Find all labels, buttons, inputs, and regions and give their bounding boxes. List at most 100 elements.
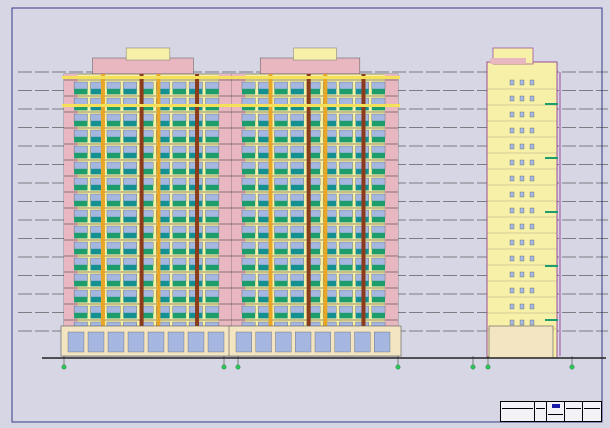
side-window [519, 175, 525, 182]
balcony-rail [123, 120, 137, 127]
window [339, 241, 353, 250]
window [172, 289, 187, 298]
balcony-rail [290, 136, 304, 143]
window [73, 193, 88, 202]
window [241, 81, 256, 90]
window [339, 289, 353, 298]
window [371, 129, 386, 138]
balcony-rail [172, 264, 187, 271]
window [73, 209, 88, 218]
window [371, 225, 386, 234]
side-window [519, 79, 525, 86]
window [172, 257, 187, 266]
window [73, 177, 88, 186]
facade-band [230, 104, 400, 107]
podium-window [127, 331, 145, 353]
window [73, 129, 88, 138]
balcony-rail [290, 232, 304, 239]
side-window [509, 175, 515, 182]
title-block-field-4 [583, 402, 601, 421]
balcony-rail [339, 312, 353, 319]
window [205, 161, 220, 170]
side-window [519, 143, 525, 150]
window [241, 145, 256, 154]
side-window [509, 303, 515, 310]
balcony-rail [123, 296, 137, 303]
window [241, 241, 256, 250]
balcony-rail [339, 248, 353, 255]
window [339, 129, 353, 138]
balcony-rail [290, 296, 304, 303]
window [274, 129, 288, 138]
window [274, 289, 288, 298]
axis-marker-icon [569, 364, 575, 370]
side-elevation [486, 47, 561, 359]
window [73, 257, 88, 266]
title-block [500, 401, 602, 422]
balcony-rail [274, 168, 288, 175]
balcony-rail [74, 312, 88, 319]
window [241, 289, 256, 298]
window [241, 209, 256, 218]
balcony-rail [106, 232, 121, 239]
window [73, 225, 88, 234]
balcony-rail [290, 312, 304, 319]
window [290, 145, 305, 154]
window [106, 129, 121, 138]
balcony-rail [205, 152, 219, 159]
facade-column [100, 74, 105, 328]
roof-structure [92, 57, 194, 75]
window [73, 161, 88, 170]
balcony-rail [172, 152, 187, 159]
balcony-rail [371, 152, 386, 159]
side-window [519, 303, 525, 310]
balcony-rail [172, 184, 187, 191]
balcony-rail [290, 216, 304, 223]
window [241, 273, 256, 282]
facade-column [195, 74, 200, 328]
balcony-rail [106, 296, 121, 303]
window [371, 289, 386, 298]
window [241, 305, 256, 314]
side-window [529, 255, 535, 262]
balcony-rail [172, 248, 187, 255]
cad-drawing-viewport [0, 0, 610, 428]
title-block-field-3 [565, 402, 583, 421]
balcony-rail [74, 216, 88, 223]
window [106, 81, 121, 90]
window [123, 81, 137, 90]
side-window [509, 319, 515, 326]
window [274, 193, 288, 202]
facade-column [268, 74, 273, 328]
side-window [519, 159, 525, 166]
side-window [529, 143, 535, 150]
window [290, 81, 305, 90]
window [339, 177, 353, 186]
window [274, 145, 288, 154]
balcony-rail [339, 264, 353, 271]
window [172, 225, 187, 234]
balcony-rail [290, 184, 304, 191]
window [339, 209, 353, 218]
balcony-rail [241, 88, 256, 95]
window [205, 225, 220, 234]
window [106, 161, 121, 170]
balcony-rail [274, 312, 288, 319]
window [123, 129, 137, 138]
window [339, 81, 353, 90]
window [339, 145, 353, 154]
balcony-rail [371, 136, 386, 143]
podium-window [235, 331, 252, 353]
balcony-rail [123, 248, 137, 255]
window [106, 113, 121, 122]
window [205, 129, 220, 138]
balcony-rail [241, 248, 256, 255]
window [123, 113, 137, 122]
balcony-rail [339, 200, 353, 207]
balcony-rail [106, 168, 121, 175]
window [205, 273, 220, 282]
window [371, 193, 386, 202]
window [274, 177, 288, 186]
facade-column [139, 74, 144, 328]
side-window [509, 127, 515, 134]
